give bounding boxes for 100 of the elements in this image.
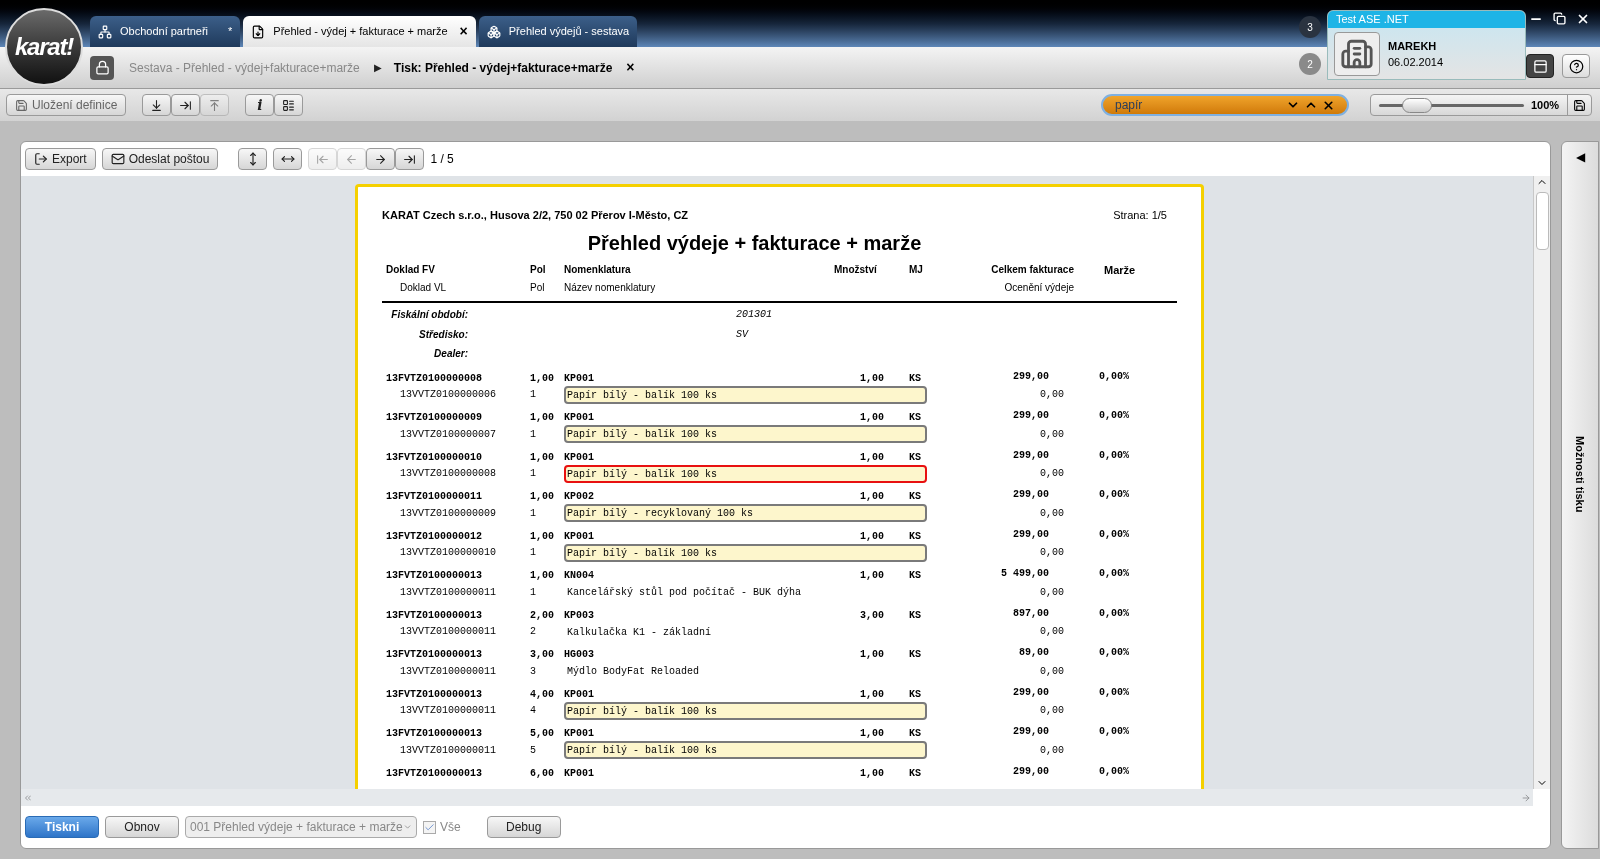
modified-marker: * — [228, 24, 233, 40]
unit-cell-text: KS — [908, 569, 922, 583]
unit-cell-text: KS — [908, 371, 922, 386]
invoice-total: 299,00 — [1012, 409, 1049, 423]
document-icon — [251, 24, 266, 39]
invoice-total: 299,00 — [1012, 527, 1049, 542]
page-number: Strana: 1/5 — [1113, 208, 1167, 223]
unit-cell-text: KS — [908, 490, 922, 504]
invoice-total: 299,00 — [1012, 488, 1049, 502]
right-arrow-icon — [374, 152, 388, 166]
last-icon — [403, 152, 417, 166]
zoom-slider[interactable] — [1379, 97, 1524, 113]
quantity-cell-text: 1,00 — [859, 371, 884, 386]
issue-cost: 0,00 — [1039, 427, 1064, 442]
floppy-icon — [1573, 98, 1586, 112]
column-header: Množství — [834, 262, 878, 277]
item-name: Papír bílý - balík 100 ks — [564, 464, 927, 483]
invoice-number: 13FVTZ0100000011 — [385, 490, 483, 504]
last-page-button[interactable] — [395, 148, 425, 170]
margin-cell-text: 0,00% — [1098, 527, 1129, 542]
invoice-number: 13FVTZ0100000013 — [385, 569, 483, 583]
zoom-reading: 100% — [1531, 97, 1560, 113]
invoice-number: 13FVTZ0100000008 — [385, 371, 483, 386]
quantity-cell-text: 1,00 — [859, 569, 884, 583]
slider-thumb[interactable] — [1401, 97, 1432, 113]
invoice-total: 299,00 — [1012, 685, 1049, 700]
item-name: Kalkulačka K1 - základní — [566, 625, 713, 640]
column-header: Ocenění výdeje — [1003, 281, 1074, 295]
invoice-number: 13FVTZ0100000012 — [385, 529, 483, 544]
margin-cell-text: 0,00% — [1098, 488, 1129, 502]
fit-height-button[interactable] — [238, 148, 268, 170]
margin-cell-text: 0,00% — [1098, 448, 1129, 463]
export-button[interactable]: Export — [25, 148, 96, 170]
all-checkbox[interactable] — [423, 820, 436, 834]
unit-cell-text: KS — [908, 648, 922, 662]
help-button[interactable] — [1562, 54, 1590, 78]
company-button[interactable] — [1334, 32, 1380, 76]
info-button[interactable]: i — [245, 94, 275, 116]
invoice-total: 897,00 — [1012, 606, 1049, 621]
issue-number: 13VVTZ0100000010 — [399, 546, 497, 560]
filter-value: 201301 — [736, 308, 772, 323]
item-name: Kancelářský stůl pod počítač - BUK dýha — [566, 585, 803, 600]
close-button[interactable]: × — [626, 57, 635, 78]
invoice-number: 13FVTZ0100000009 — [385, 411, 483, 425]
quantity-cell-text: 1,00 — [859, 490, 884, 504]
quantity-cell-text: 1,00 — [859, 411, 884, 425]
next-page-button[interactable] — [366, 148, 396, 170]
toolbar-button[interactable] — [142, 94, 172, 116]
invoice-total: 299,00 — [1012, 448, 1049, 463]
layout-button[interactable] — [1526, 54, 1554, 78]
margin-cell-text: 0,00% — [1098, 567, 1129, 581]
save-definition-button[interactable]: Uložení definice — [6, 94, 127, 116]
issue-number: 13VVTZ0100000011 — [399, 743, 497, 758]
breadcrumb-separator: ▶ — [373, 61, 382, 75]
issue-number: 13VVTZ0100000011 — [399, 704, 497, 718]
toolbar-button[interactable] — [274, 94, 304, 116]
position-cell-text: 5 — [530, 743, 537, 758]
send-mail-button[interactable]: Odeslat poštou — [101, 148, 219, 170]
unit-cell-text: KS — [908, 450, 922, 465]
close-tab-button[interactable]: × — [459, 21, 468, 42]
check-icon — [424, 821, 435, 833]
scroll-thumb[interactable] — [1535, 192, 1549, 250]
close-icon[interactable] — [1576, 12, 1590, 26]
search-field[interactable]: papír — [1101, 94, 1349, 116]
issue-number: 13VVTZ0100000008 — [399, 467, 497, 481]
margin-cell-text: 0,00% — [1098, 369, 1129, 384]
unit-cell-text: KS — [908, 411, 922, 425]
checkbox-label: Vše — [440, 819, 461, 836]
issue-number: 13VVTZ0100000007 — [399, 427, 497, 442]
position-cell-text: 4,00 — [530, 687, 555, 702]
lock-button[interactable] — [90, 55, 114, 80]
position-cell-text: 1 — [530, 427, 537, 442]
tab[interactable]: Přehled výdejů - sestava — [478, 16, 638, 47]
side-panel[interactable]: ◀ Možnosti tisku — [1561, 141, 1599, 849]
position-cell-text: 5,00 — [530, 727, 555, 741]
item-name: Papír bílý - balík 100 ks — [564, 385, 927, 404]
fit-width-button[interactable] — [273, 148, 303, 170]
margin-cell-text: 0,00% — [1098, 409, 1129, 423]
hierarchy-icon — [98, 24, 112, 39]
restore-icon[interactable] — [1553, 12, 1566, 25]
issue-number: 13VVTZ0100000011 — [399, 664, 497, 679]
invoice-number: 13FVTZ0100000010 — [385, 450, 483, 465]
breadcrumb-current: Tisk: Přehled - výdej+fakturace+marže — [393, 59, 613, 77]
tab[interactable]: Obchodní partneři * — [90, 16, 241, 47]
collapse-button[interactable]: ◀ — [1575, 148, 1585, 166]
vertical-scrollbar[interactable] — [1533, 176, 1550, 789]
tab[interactable]: Přehled - výdej + fakturace + marže × — [243, 16, 476, 47]
invoice-number: 13FVTZ0100000013 — [385, 727, 483, 741]
quantity-cell-text: 1,00 — [859, 766, 884, 781]
user-name: MAREKH — [1388, 38, 1438, 54]
toolbar-button[interactable] — [171, 94, 201, 116]
refresh-button[interactable]: Obnov — [105, 816, 179, 838]
debug-button[interactable]: Debug — [486, 816, 561, 838]
building-icon — [1340, 37, 1374, 71]
margin-cell-text: 0,00% — [1098, 646, 1129, 660]
issue-cost: 0,00 — [1039, 388, 1064, 402]
filter-label: Středisko: — [418, 327, 468, 342]
clear-icon[interactable] — [1322, 98, 1335, 112]
position-cell-text: 2,00 — [530, 608, 555, 623]
item-code: KP003 — [564, 608, 595, 623]
